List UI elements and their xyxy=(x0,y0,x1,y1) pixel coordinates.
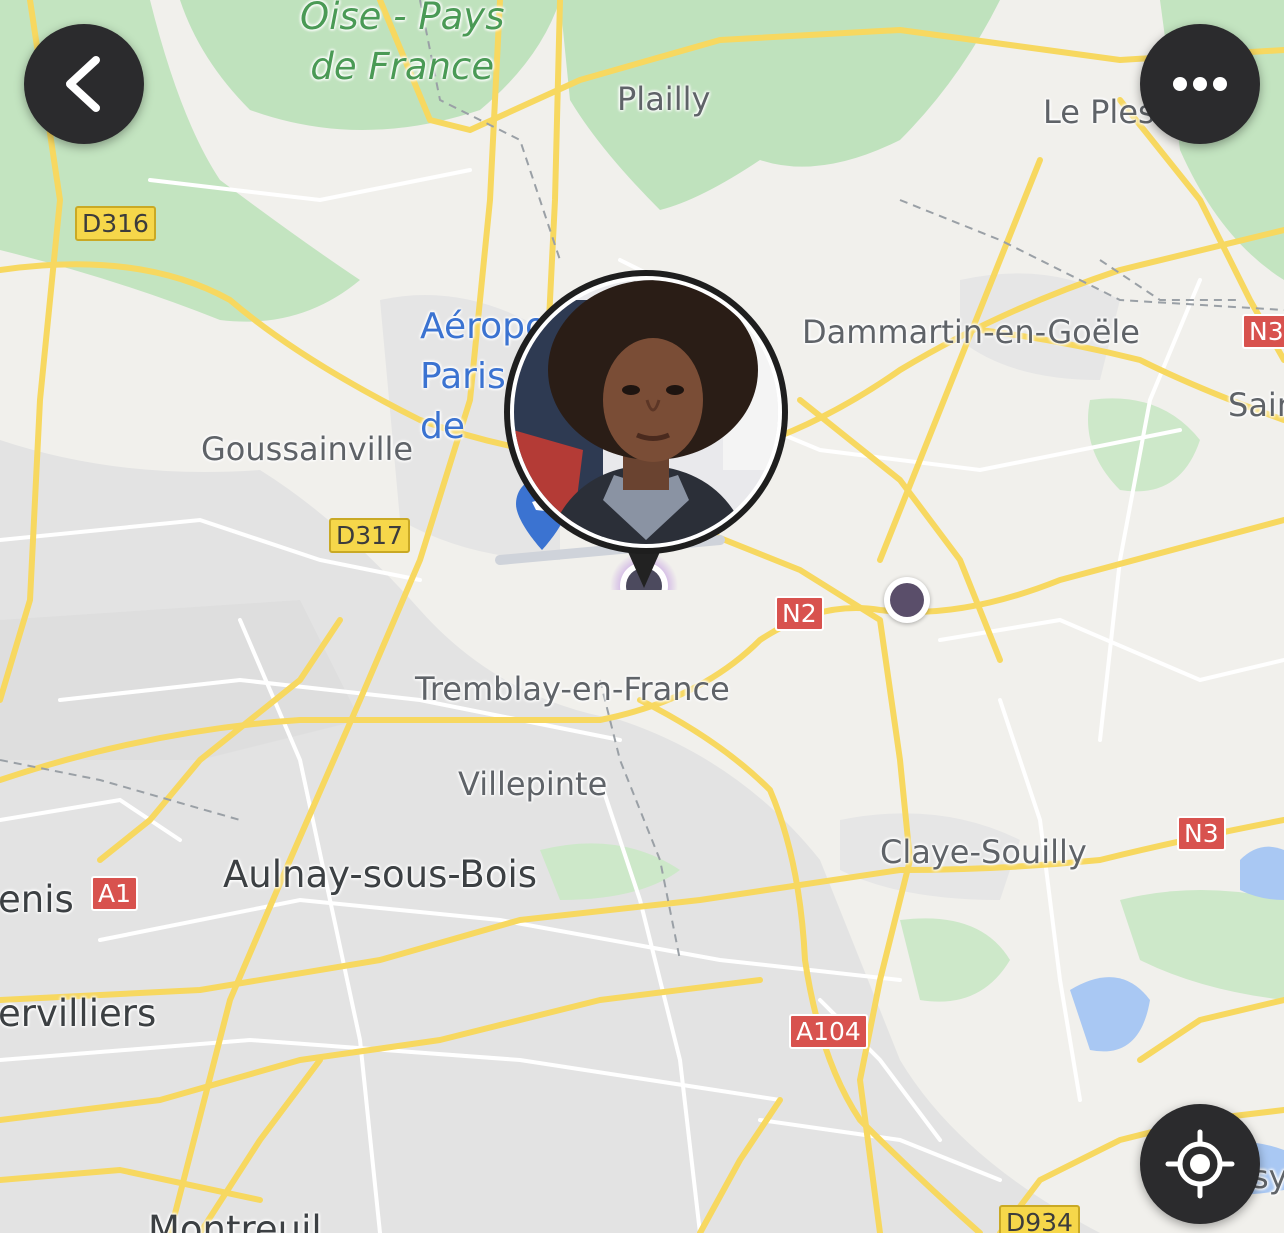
map-tiles xyxy=(0,0,1284,1233)
city-label-aulnay: Aulnay-sous-Bois xyxy=(223,853,538,896)
city-label-montreuil: Montreuil xyxy=(148,1208,322,1233)
chevron-left-icon xyxy=(66,56,100,112)
user-location-pin[interactable] xyxy=(503,270,791,620)
road-shield-a1: A1 xyxy=(91,876,139,911)
town-label-dammartin: Dammartin-en-Goële xyxy=(802,313,1140,351)
town-label-goussainville: Goussainville xyxy=(201,430,414,468)
region-label: Oise - Pays de France xyxy=(300,0,505,88)
road-shield-d316: D316 xyxy=(75,206,156,241)
other-location-dot[interactable] xyxy=(884,577,930,623)
city-label-aubervilliers: ervilliers xyxy=(0,992,157,1035)
road-shield-n3-top: N3 xyxy=(1242,314,1284,349)
avatar-photo xyxy=(504,270,788,620)
more-options-button[interactable] xyxy=(1140,24,1260,144)
recenter-location-button[interactable] xyxy=(1140,1104,1260,1224)
town-label-tremblay: Tremblay-en-France xyxy=(415,670,730,708)
road-shield-d934: D934 xyxy=(999,1205,1080,1233)
town-label-claye-souilly: Claye-Souilly xyxy=(880,833,1087,871)
crosshair-icon xyxy=(1165,1129,1235,1199)
town-label-villepinte: Villepinte xyxy=(458,765,608,803)
road-shield-n2: N2 xyxy=(775,596,824,631)
map-canvas[interactable]: Oise - Pays de France Plailly Le Plessis… xyxy=(0,0,1284,1233)
road-shield-d317: D317 xyxy=(329,518,410,553)
town-label-plailly: Plailly xyxy=(617,80,711,118)
town-label-saint: Saint xyxy=(1228,386,1284,424)
ellipsis-icon xyxy=(1173,77,1227,91)
road-shield-n3-mid: N3 xyxy=(1177,816,1226,851)
back-button[interactable] xyxy=(24,24,144,144)
other-location-dot-core xyxy=(890,583,924,617)
city-label-saint-denis: enis xyxy=(0,878,74,921)
road-shield-a104: A104 xyxy=(789,1014,868,1049)
